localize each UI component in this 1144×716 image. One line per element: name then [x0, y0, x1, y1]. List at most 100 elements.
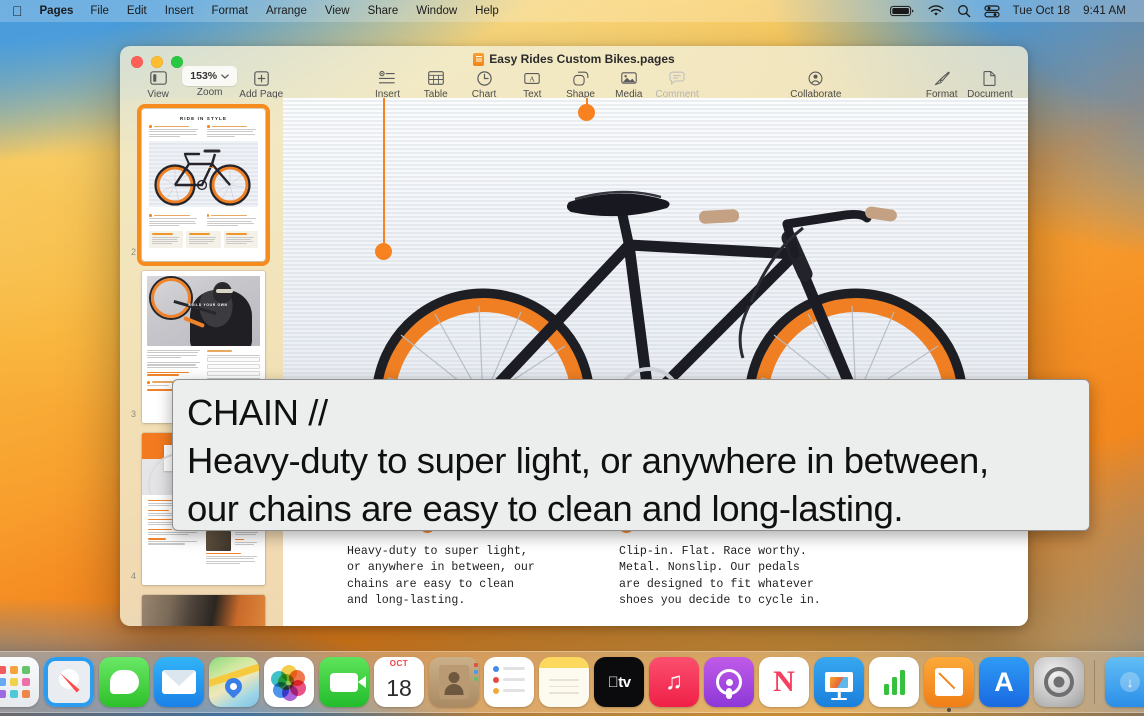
toolbar-collaborate-button[interactable]: Collaborate	[790, 66, 841, 100]
numbers-icon[interactable]	[869, 657, 919, 707]
hover-text-zoom-panel: CHAIN // Heavy-duty to super light, or a…	[172, 379, 1090, 531]
text-box-icon: A	[524, 68, 540, 88]
dock-item-app-store[interactable]: A	[979, 657, 1029, 707]
menu-item-help[interactable]: Help	[466, 0, 508, 22]
running-indicator	[947, 708, 951, 712]
toolbar-document-button[interactable]: Document	[966, 66, 1014, 100]
document-canvas[interactable]: CHAIN // Heavy-duty to super light, or a…	[283, 98, 1028, 626]
dock-item-launchpad[interactable]	[0, 657, 39, 707]
dock-item-facetime[interactable]	[319, 657, 369, 707]
photos-icon[interactable]	[264, 657, 314, 707]
apple-menu-icon[interactable]: 	[0, 1, 32, 21]
dock-item-news[interactable]: N	[759, 657, 809, 707]
menu-bar-time[interactable]: 9:41 AM	[1083, 5, 1126, 17]
dock-item-numbers[interactable]	[869, 657, 919, 707]
text-column-chain[interactable]: CHAIN // Heavy-duty to super light, or a…	[347, 518, 619, 610]
battery-icon[interactable]	[890, 5, 915, 17]
menu-item-pages[interactable]: Pages	[32, 0, 82, 22]
view-sidebar-icon	[150, 68, 167, 88]
system-settings-icon[interactable]	[1034, 657, 1084, 707]
toolbar-zoom-label: Zoom	[197, 87, 223, 98]
dock-item-tv[interactable]: tv	[594, 657, 644, 707]
downloads-folder-icon[interactable]: ↓	[1105, 657, 1144, 707]
thumbnail-row[interactable]	[120, 590, 283, 626]
menu-item-edit[interactable]: Edit	[118, 0, 156, 22]
dock-item-podcasts[interactable]	[704, 657, 754, 707]
thumbnail-info-boxes	[149, 231, 258, 247]
toolbar-format-button[interactable]: Format	[918, 66, 966, 100]
thumbnail-page-number: 3	[120, 409, 142, 423]
page-thumbnail-5[interactable]	[142, 595, 265, 626]
news-icon[interactable]: N	[759, 657, 809, 707]
contacts-icon[interactable]	[429, 657, 479, 707]
maps-icon[interactable]	[209, 657, 259, 707]
toolbar-insert-button[interactable]: Insert	[363, 66, 411, 100]
podcasts-icon[interactable]	[704, 657, 754, 707]
document-page: CHAIN // Heavy-duty to super light, or a…	[283, 98, 1028, 626]
safari-icon[interactable]	[44, 657, 94, 707]
tv-icon[interactable]: tv	[594, 657, 644, 707]
toolbar-comment-button[interactable]: Comment	[653, 66, 701, 100]
menu-item-share[interactable]: Share	[359, 0, 408, 22]
menu-item-format[interactable]: Format	[203, 0, 257, 22]
dock-item-system-settings[interactable]	[1034, 657, 1084, 707]
dock-item-notes[interactable]	[539, 657, 589, 707]
window-title[interactable]: Easy Rides Custom Bikes.pages	[489, 52, 674, 66]
thumbnail-row[interactable]: 2 RIDE IN STYLE	[120, 104, 283, 266]
toolbar-view-button[interactable]: View	[134, 66, 182, 100]
document-icon	[983, 68, 996, 88]
page-thumbnail-sidebar[interactable]: 2 RIDE IN STYLE	[120, 98, 283, 626]
calendar-month: OCT	[374, 657, 424, 670]
toolbar-add-page-button[interactable]: Add Page	[237, 66, 285, 100]
thumbnail-page-number: 4	[120, 571, 142, 585]
text-column-pedals[interactable]: PEDALS // Clip-in. Flat. Race worthy. Me…	[619, 518, 891, 610]
dock-item-maps[interactable]	[209, 657, 259, 707]
launchpad-icon[interactable]	[0, 657, 39, 707]
dock-item-messages[interactable]	[99, 657, 149, 707]
menu-item-window[interactable]: Window	[407, 0, 466, 22]
dock-item-photos[interactable]	[264, 657, 314, 707]
search-icon[interactable]	[957, 4, 971, 18]
reminders-icon[interactable]	[484, 657, 534, 707]
toolbar-shape-button[interactable]: Shape	[556, 66, 604, 100]
dock-item-mail[interactable]	[154, 657, 204, 707]
menu-item-insert[interactable]: Insert	[156, 0, 203, 22]
toolbar-media-button[interactable]: Media	[605, 66, 653, 100]
dock-item-calendar[interactable]: OCT 18	[374, 657, 424, 707]
toolbar-text-button[interactable]: A Text	[508, 66, 556, 100]
toolbar-zoom-dropdown[interactable]: 153%	[182, 66, 237, 86]
toolbar-table-button[interactable]: Table	[412, 66, 460, 100]
window-title-group: Easy Rides Custom Bikes.pages	[120, 52, 1028, 66]
menu-item-arrange[interactable]: Arrange	[257, 0, 316, 22]
notes-icon[interactable]	[539, 657, 589, 707]
page-thumbnail-2[interactable]: RIDE IN STYLE	[142, 109, 265, 261]
insert-icon	[379, 68, 395, 88]
menu-bar-date[interactable]: Tue Oct 18	[1013, 5, 1070, 17]
toolbar-chart-button[interactable]: Chart	[460, 66, 508, 100]
calendar-icon[interactable]: OCT 18	[374, 657, 424, 707]
dock-item-keynote[interactable]	[814, 657, 864, 707]
keynote-icon[interactable]	[814, 657, 864, 707]
dock-item-downloads[interactable]: ↓	[1105, 657, 1144, 707]
document-text-columns[interactable]: CHAIN // Heavy-duty to super light, or a…	[283, 518, 1028, 610]
mail-icon[interactable]	[154, 657, 204, 707]
music-icon[interactable]: ♫	[649, 657, 699, 707]
dock[interactable]: OCT 18 tv	[0, 651, 1144, 713]
pages-icon[interactable]	[924, 657, 974, 707]
control-center-icon[interactable]	[984, 5, 1000, 18]
callout-dot-right	[578, 104, 595, 121]
calendar-day: 18	[386, 670, 412, 707]
menu-item-view[interactable]: View	[316, 0, 359, 22]
column-body: Heavy-duty to super light, or anywhere i…	[347, 544, 619, 610]
menu-item-file[interactable]: File	[81, 0, 118, 22]
dock-item-contacts[interactable]	[429, 657, 479, 707]
dock-item-reminders[interactable]	[484, 657, 534, 707]
wifi-icon[interactable]	[928, 5, 944, 17]
dock-item-pages[interactable]	[924, 657, 974, 707]
dock-item-safari[interactable]	[44, 657, 94, 707]
facetime-icon[interactable]	[319, 657, 369, 707]
messages-icon[interactable]	[99, 657, 149, 707]
app-store-icon[interactable]: A	[979, 657, 1029, 707]
dock-item-music[interactable]: ♫	[649, 657, 699, 707]
svg-text:A: A	[530, 74, 536, 83]
